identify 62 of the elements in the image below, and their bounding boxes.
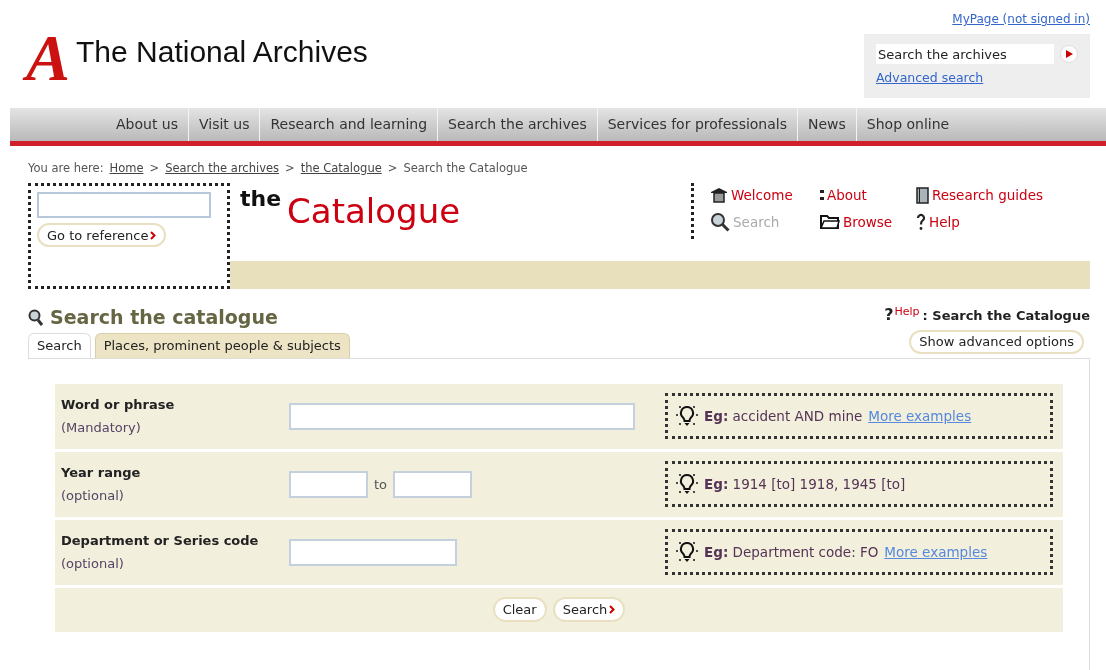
page-heading: Search the catalogue: [50, 305, 278, 331]
field-label: Year range: [61, 464, 142, 483]
catalogue-nav-link[interactable]: Help: [916, 211, 1056, 232]
chevron-icon: [609, 605, 616, 615]
catalogue-nav-link[interactable]: Research guides: [916, 185, 1056, 206]
catalogue-nav-link[interactable]: Welcome: [710, 185, 820, 206]
house-icon: [710, 187, 728, 204]
reference-field[interactable]: [37, 192, 211, 219]
catalogue-title-prefix: the: [240, 185, 282, 214]
tab[interactable]: Places, prominent people & subjects: [94, 332, 350, 358]
magnifier-icon: [710, 211, 730, 232]
question-icon: [916, 212, 926, 231]
field-label: Department or Series code: [61, 532, 260, 551]
book-icon: [916, 186, 929, 204]
folder-icon: [820, 214, 840, 230]
hint-text: Eg: 1914 [to] 1918, 1945 [to]: [704, 475, 906, 495]
hint-text: Eg: accident AND mine: [704, 407, 863, 427]
breadcrumb-link[interactable]: Search the archives: [165, 160, 280, 178]
field-note: (optional): [61, 554, 125, 573]
catalogue-nav-link[interactable]: About: [820, 185, 916, 206]
breadcrumb-separator: >: [285, 160, 295, 177]
help-context: : Search the Catalogue: [922, 306, 1090, 325]
year-from-field[interactable]: [289, 470, 368, 498]
breadcrumb-link[interactable]: Home: [109, 160, 144, 178]
tab[interactable]: Search: [28, 332, 91, 358]
field-note: (Mandatory): [61, 418, 142, 437]
site-title[interactable]: The National Archives: [76, 32, 368, 72]
breadcrumb-label: You are here:: [28, 160, 104, 177]
breadcrumb-link[interactable]: the Catalogue: [300, 160, 382, 178]
hint-text: Eg: Department code: FO: [704, 543, 879, 563]
catalogue-title: Catalogue: [287, 191, 461, 232]
help-link[interactable]: Help: [894, 304, 920, 321]
nav-link[interactable]: News: [797, 108, 856, 141]
breadcrumb-separator: >: [387, 160, 398, 177]
range-joiner: to: [374, 475, 388, 494]
nav-link[interactable]: Search the archives: [437, 108, 597, 141]
chevron-icon: [150, 230, 157, 240]
advanced-search-link[interactable]: Advanced search: [876, 69, 1078, 88]
nav-link[interactable]: Visit us: [188, 108, 260, 141]
nav-link[interactable]: About us: [106, 108, 188, 141]
breadcrumb-current: Search the Catalogue: [403, 160, 528, 177]
play-icon: [1065, 50, 1073, 58]
catalogue-nav-link[interactable]: Browse: [820, 211, 916, 232]
search-icon: [28, 308, 44, 327]
field-note: (optional): [61, 486, 125, 505]
search-button[interactable]: Search: [552, 597, 626, 623]
show-advanced-options-button[interactable]: Show advanced options: [909, 329, 1084, 354]
code-field[interactable]: [289, 538, 457, 566]
nav-link[interactable]: Shop online: [855, 108, 960, 141]
colon-icon: [820, 189, 824, 202]
field-label: Word or phrase: [61, 396, 176, 415]
help-mark: ?: [884, 304, 894, 327]
clear-button[interactable]: Clear: [492, 597, 547, 623]
go-to-reference-button[interactable]: Go to reference: [37, 223, 167, 248]
nav-link[interactable]: Services for professionals: [596, 108, 797, 141]
breadcrumb-separator: >: [149, 160, 160, 177]
go-button[interactable]: [1060, 45, 1078, 63]
word-field[interactable]: [289, 402, 635, 430]
nav-link[interactable]: Research and learning: [259, 108, 438, 141]
year-to-field[interactable]: [393, 470, 473, 498]
mypage-link[interactable]: MyPage (not signed in): [952, 10, 1090, 28]
archive-search-field[interactable]: Search the archives: [876, 44, 1055, 64]
